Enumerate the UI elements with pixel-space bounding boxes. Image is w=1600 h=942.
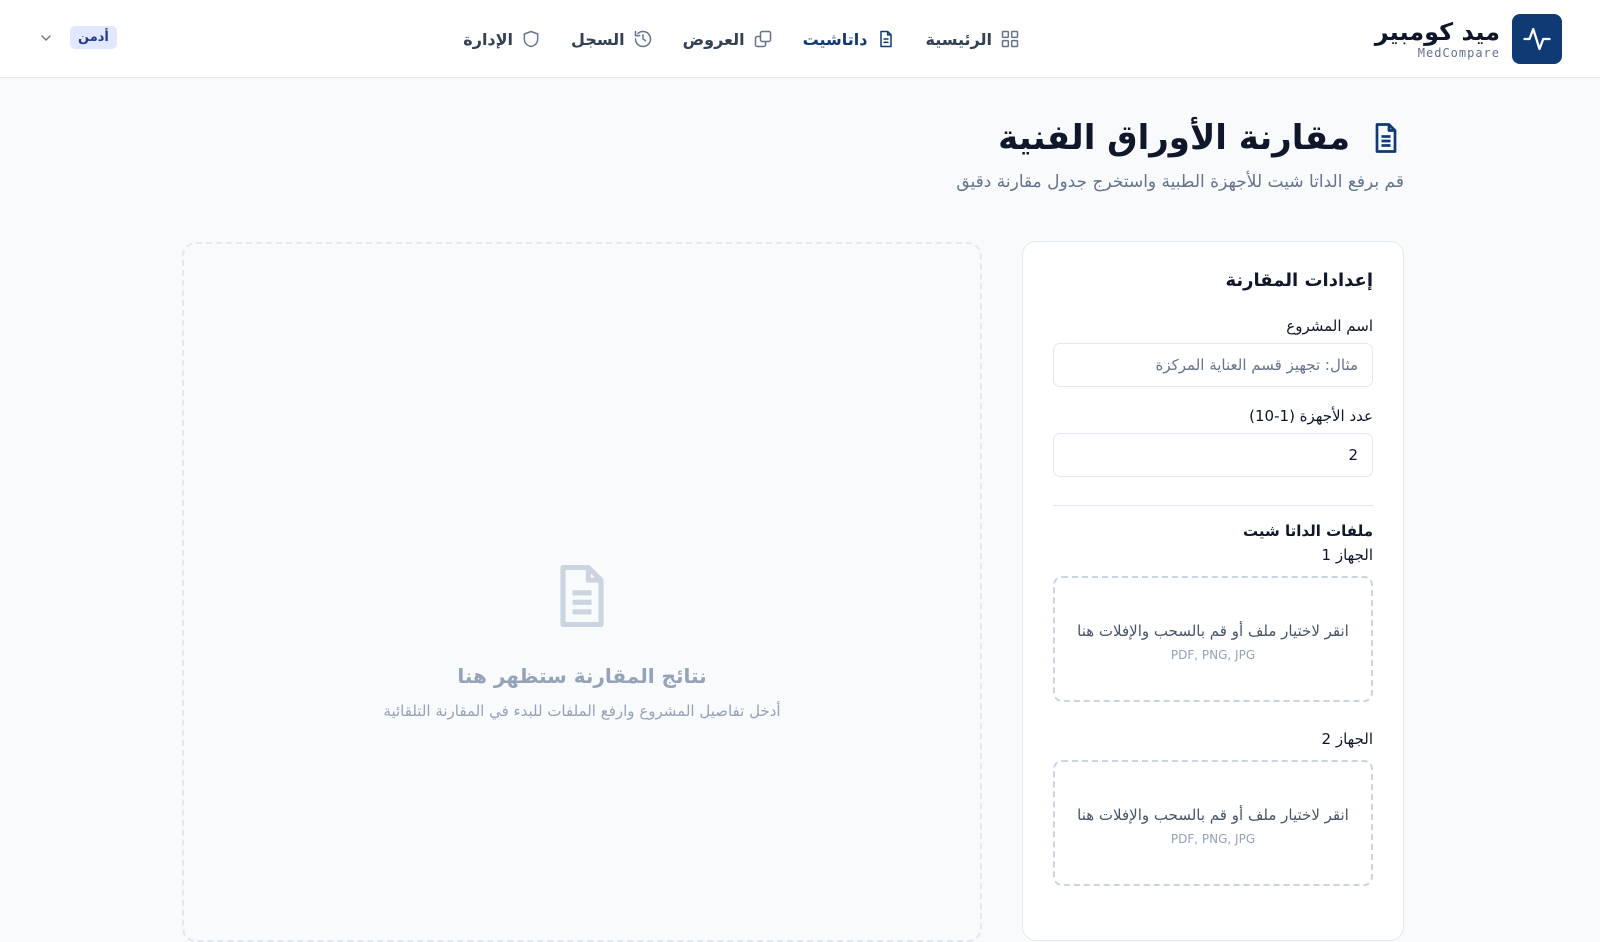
device-count-label: عدد الأجهزة (1-10): [1249, 407, 1373, 425]
comparison-settings-card: إعدادات المقارنة اسم المشروع مثال: تجهيز…: [1022, 241, 1404, 941]
dropzone-file-types: PDF, PNG, JPG: [1170, 648, 1256, 662]
chevron-down-icon[interactable]: [38, 30, 54, 46]
nav-item-home[interactable]: الرئيسية: [926, 29, 1021, 49]
project-name-label: اسم المشروع: [1286, 317, 1373, 335]
history-icon: [634, 30, 651, 48]
device-1-label: الجهاز 1: [1321, 546, 1373, 564]
results-empty-subtitle: أدخل تفاصيل المشروع وارفع الملفات للبدء …: [383, 702, 781, 720]
dropzone-text: انقر لاختيار ملف أو قم بالسحب والإفلات ه…: [1077, 622, 1349, 640]
results-empty-state: نتائج المقارنة ستظهر هنا أدخل تفاصيل الم…: [184, 554, 980, 720]
nav-label: الإدارة: [463, 29, 514, 49]
page-title-text: مقارنة الأوراق الفنية: [998, 118, 1350, 158]
main-nav: الرئيسية داتاشيت العروض السجل الإدارة: [463, 0, 1020, 78]
device-count-input[interactable]: 2: [1053, 433, 1373, 477]
page-subtitle: قم برفع الداتا شيت للأجهزة الطبية واستخر…: [956, 172, 1404, 192]
nav-label: السجل: [571, 29, 625, 49]
dropzone-text: انقر لاختيار ملف أو قم بالسحب والإفلات ه…: [1077, 806, 1349, 824]
top-navbar: ميد كومبير MedCompare الرئيسية داتاشيت ا…: [0, 0, 1600, 78]
dropzone-file-types: PDF, PNG, JPG: [1170, 832, 1256, 846]
nav-item-admin[interactable]: الإدارة: [463, 29, 541, 49]
document-icon: [1375, 123, 1397, 153]
device-2-dropzone[interactable]: انقر لاختيار ملف أو قم بالسحب والإفلات ه…: [1053, 760, 1373, 886]
brand[interactable]: ميد كومبير MedCompare: [1375, 14, 1562, 64]
grid-icon: [1001, 30, 1019, 48]
results-empty-title: نتائج المقارنة ستظهر هنا: [457, 664, 707, 688]
user-menu[interactable]: أدمن: [38, 26, 117, 49]
device-2-label: الجهاز 2: [1321, 730, 1373, 748]
results-panel: نتائج المقارنة ستظهر هنا أدخل تفاصيل الم…: [182, 242, 982, 942]
document-icon: [560, 564, 604, 628]
divider: [1053, 505, 1373, 506]
nav-item-datasheet[interactable]: داتاشيت: [803, 29, 896, 49]
nav-item-history[interactable]: السجل: [571, 29, 653, 49]
copy-icon: [754, 30, 771, 48]
shield-icon: [523, 30, 539, 48]
project-name-input[interactable]: مثال: تجهيز قسم العناية المركزة: [1053, 343, 1373, 387]
brand-subtitle: MedCompare: [1417, 45, 1500, 60]
nav-label: الرئيسية: [925, 29, 993, 49]
device-1-dropzone[interactable]: انقر لاختيار ملف أو قم بالسحب والإفلات ه…: [1053, 576, 1373, 702]
nav-label: العروض: [682, 29, 745, 49]
brand-name: ميد كومبير: [1374, 17, 1500, 46]
role-badge: أدمن: [70, 26, 117, 49]
document-icon: [879, 30, 892, 48]
settings-title: إعدادات المقارنة: [1225, 270, 1373, 291]
nav-item-offers[interactable]: العروض: [683, 29, 773, 49]
page-header: مقارنة الأوراق الفنية قم برفع الداتا شيت…: [956, 118, 1404, 192]
page-title: مقارنة الأوراق الفنية: [956, 118, 1404, 158]
nav-label: داتاشيت: [802, 29, 868, 49]
pulse-icon: [1512, 14, 1562, 64]
datasheet-files-label: ملفات الداتا شيت: [1243, 522, 1373, 540]
